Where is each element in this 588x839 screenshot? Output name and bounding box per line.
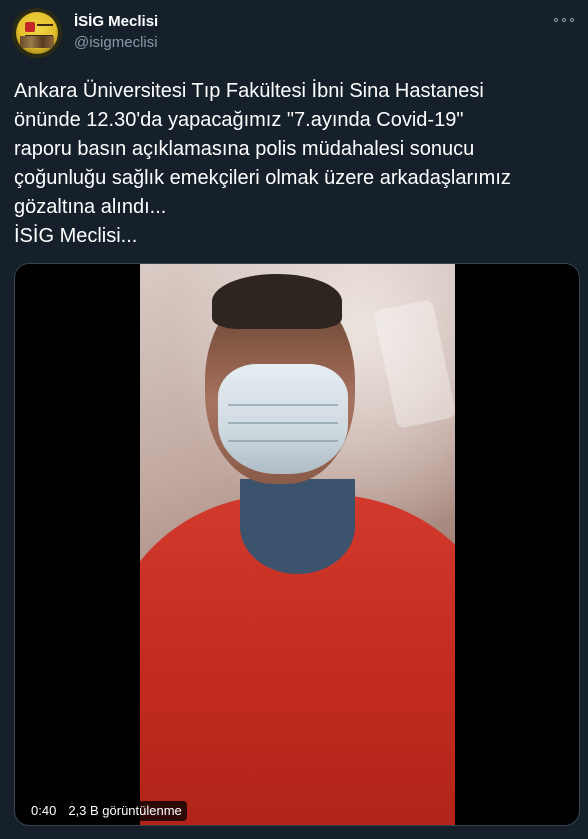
- video-info-badge: 0:40 2,3 B görüntülenme: [26, 801, 187, 821]
- author-handle[interactable]: @isigmeclisi: [74, 33, 158, 53]
- avatar[interactable]: [12, 8, 62, 58]
- author-display-name[interactable]: İSİG Meclisi: [74, 12, 158, 32]
- tweet-card: İSİG Meclisi @isigmeclisi Ankara Ünivers…: [0, 0, 588, 839]
- logo-text-line: [37, 24, 53, 26]
- logo-mark-icon: [25, 22, 35, 32]
- logo-crowd-photo: [20, 36, 54, 48]
- video-frame: [140, 264, 455, 825]
- person-hair: [212, 274, 342, 329]
- more-dots-icon[interactable]: [554, 12, 574, 28]
- tweet-text: Ankara Üniversitesi Tıp Fakültesi İbni S…: [14, 80, 511, 247]
- video-player[interactable]: 0:40 2,3 B görüntülenme: [14, 263, 580, 826]
- shirt-collar: [240, 479, 355, 574]
- video-view-count: 2,3 B görüntülenme: [68, 803, 182, 818]
- video-duration: 0:40: [31, 803, 57, 818]
- avatar-logo-image: [16, 12, 58, 54]
- face-mask: [218, 364, 348, 474]
